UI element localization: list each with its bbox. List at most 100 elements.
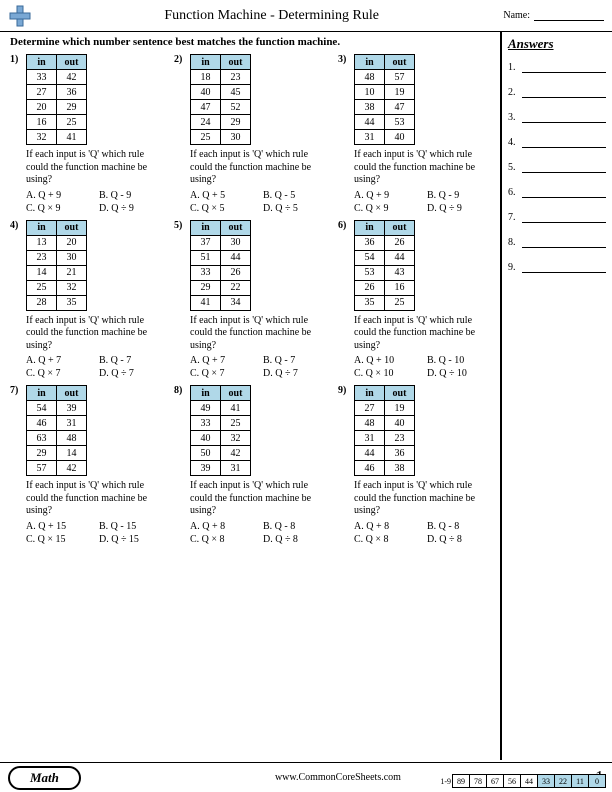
- choice-option[interactable]: B. Q - 8: [263, 521, 330, 532]
- in-cell: 44: [355, 446, 385, 461]
- out-cell: 20: [57, 235, 87, 250]
- out-cell: 14: [57, 446, 87, 461]
- in-cell: 46: [27, 416, 57, 431]
- io-table: inout49413325403250423931: [190, 385, 251, 476]
- choice-option[interactable]: A. Q + 9: [26, 190, 93, 201]
- choice-option[interactable]: B. Q - 7: [99, 355, 166, 366]
- choice-option[interactable]: C. Q × 5: [190, 203, 257, 214]
- in-cell: 54: [355, 250, 385, 265]
- choice-option[interactable]: B. Q - 7: [263, 355, 330, 366]
- choice-option[interactable]: D. Q ÷ 7: [99, 368, 166, 379]
- choice-option[interactable]: B. Q - 5: [263, 190, 330, 201]
- choice-option[interactable]: C. Q × 10: [354, 368, 421, 379]
- problem-7: 7)inout54394631634829145742If each input…: [10, 385, 166, 545]
- choice-option[interactable]: B. Q - 9: [427, 190, 494, 201]
- choice-option[interactable]: B. Q - 8: [427, 521, 494, 532]
- choice-option[interactable]: D. Q ÷ 9: [427, 203, 494, 214]
- problem-5: 5)inout37305144332629224134If each input…: [174, 220, 330, 380]
- choice-option[interactable]: B. Q - 15: [99, 521, 166, 532]
- answer-input-line[interactable]: [522, 63, 606, 73]
- choice-option[interactable]: D. Q ÷ 5: [263, 203, 330, 214]
- out-cell: 32: [57, 280, 87, 295]
- problems-grid: 1)inout33422736202916253241If each input…: [10, 54, 494, 545]
- out-header: out: [221, 386, 251, 401]
- choice-option[interactable]: A. Q + 8: [354, 521, 421, 532]
- choice-option[interactable]: A. Q + 10: [354, 355, 421, 366]
- choice-option[interactable]: A. Q + 15: [26, 521, 93, 532]
- in-cell: 27: [27, 85, 57, 100]
- answer-input-line[interactable]: [522, 138, 606, 148]
- problem-4: 4)inout13202330142125322835If each input…: [10, 220, 166, 380]
- in-cell: 33: [191, 265, 221, 280]
- choice-option[interactable]: A. Q + 7: [190, 355, 257, 366]
- choices: A. Q + 8 B. Q - 8 C. Q × 8 D. Q ÷ 8: [190, 521, 330, 545]
- problem-1: 1)inout33422736202916253241If each input…: [10, 54, 166, 214]
- out-cell: 42: [57, 461, 87, 476]
- out-cell: 31: [221, 461, 251, 476]
- in-header: in: [27, 55, 57, 70]
- out-cell: 25: [221, 416, 251, 431]
- answer-input-line[interactable]: [522, 213, 606, 223]
- answer-input-line[interactable]: [522, 238, 606, 248]
- answer-input-line[interactable]: [522, 88, 606, 98]
- choice-option[interactable]: C. Q × 7: [26, 368, 93, 379]
- question-text: If each input is 'Q' which rule could th…: [354, 315, 494, 353]
- score-cell: 22: [554, 774, 572, 788]
- choice-option[interactable]: A. Q + 8: [190, 521, 257, 532]
- question-text: If each input is 'Q' which rule could th…: [26, 480, 166, 518]
- out-cell: 47: [385, 100, 415, 115]
- question-text: If each input is 'Q' which rule could th…: [190, 149, 330, 187]
- score-cell: 11: [571, 774, 589, 788]
- out-header: out: [221, 55, 251, 70]
- answer-row-8: 8.: [508, 237, 606, 248]
- io-table: inout48571019384744533140: [354, 54, 415, 145]
- choice-option[interactable]: D. Q ÷ 8: [263, 534, 330, 545]
- choice-option[interactable]: D. Q ÷ 8: [427, 534, 494, 545]
- answer-number: 2.: [508, 87, 522, 98]
- in-header: in: [355, 220, 385, 235]
- choices: A. Q + 9 B. Q - 9 C. Q × 9 D. Q ÷ 9: [26, 190, 166, 214]
- in-header: in: [191, 386, 221, 401]
- choice-option[interactable]: C. Q × 9: [26, 203, 93, 214]
- choice-option[interactable]: C. Q × 9: [354, 203, 421, 214]
- choice-option[interactable]: D. Q ÷ 9: [99, 203, 166, 214]
- answer-input-line[interactable]: [522, 188, 606, 198]
- out-cell: 44: [221, 250, 251, 265]
- choice-option[interactable]: B. Q - 9: [99, 190, 166, 201]
- choice-option[interactable]: B. Q - 10: [427, 355, 494, 366]
- out-cell: 43: [385, 265, 415, 280]
- answer-input-line[interactable]: [522, 113, 606, 123]
- problem-2: 2)inout18234045475224292530If each input…: [174, 54, 330, 214]
- answer-row-7: 7.: [508, 212, 606, 223]
- in-cell: 40: [191, 431, 221, 446]
- choice-option[interactable]: D. Q ÷ 10: [427, 368, 494, 379]
- choice-option[interactable]: C. Q × 15: [26, 534, 93, 545]
- choices: A. Q + 8 B. Q - 8 C. Q × 8 D. Q ÷ 8: [354, 521, 494, 545]
- answer-row-6: 6.: [508, 187, 606, 198]
- answer-input-line[interactable]: [522, 263, 606, 273]
- out-cell: 42: [221, 446, 251, 461]
- choice-option[interactable]: A. Q + 7: [26, 355, 93, 366]
- score-strip: 1-9 89786756443322110: [440, 774, 606, 788]
- choices: A. Q + 9 B. Q - 9 C. Q × 9 D. Q ÷ 9: [354, 190, 494, 214]
- choice-option[interactable]: C. Q × 8: [354, 534, 421, 545]
- out-cell: 45: [221, 85, 251, 100]
- problem-number: 1): [10, 54, 18, 65]
- name-input-line[interactable]: [534, 11, 604, 21]
- answer-number: 8.: [508, 237, 522, 248]
- problem-number: 3): [338, 54, 346, 65]
- out-cell: 34: [221, 295, 251, 310]
- choice-option[interactable]: C. Q × 7: [190, 368, 257, 379]
- choice-option[interactable]: D. Q ÷ 15: [99, 534, 166, 545]
- in-header: in: [355, 55, 385, 70]
- out-cell: 40: [385, 130, 415, 145]
- out-cell: 53: [385, 115, 415, 130]
- choice-option[interactable]: C. Q × 8: [190, 534, 257, 545]
- answer-input-line[interactable]: [522, 163, 606, 173]
- choice-option[interactable]: A. Q + 5: [190, 190, 257, 201]
- choice-option[interactable]: A. Q + 9: [354, 190, 421, 201]
- out-cell: 25: [57, 115, 87, 130]
- answer-number: 9.: [508, 262, 522, 273]
- in-cell: 33: [27, 70, 57, 85]
- choice-option[interactable]: D. Q ÷ 7: [263, 368, 330, 379]
